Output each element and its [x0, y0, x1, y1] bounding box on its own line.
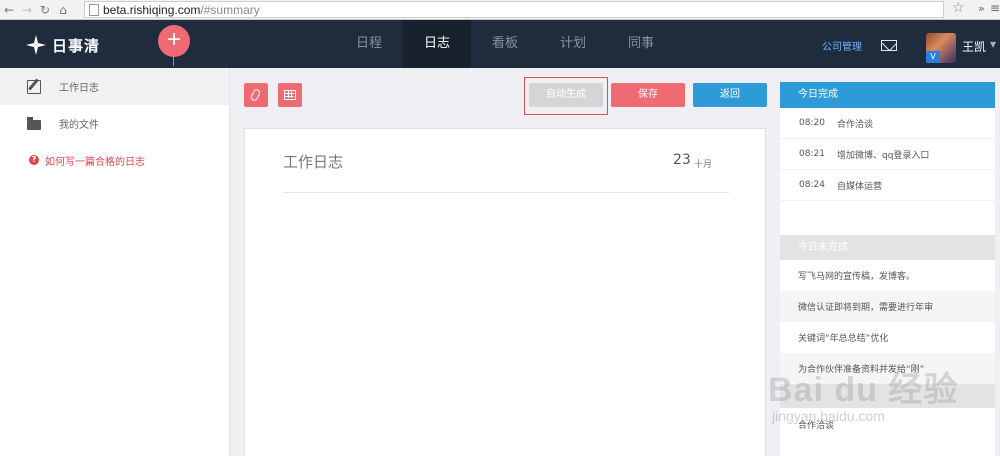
page-icon: [89, 3, 99, 16]
browser-menu-icon[interactable]: ≡: [990, 1, 1000, 15]
home-icon[interactable]: ⌂: [54, 3, 72, 17]
company-management-link[interactable]: 公司管理: [822, 38, 862, 53]
more-bookmarks-icon[interactable]: »: [978, 2, 985, 15]
done-heading: 今日完成: [780, 82, 995, 108]
sidebar: 工作日志 我的文件 ? 如何写一篇合格的日志: [0, 68, 230, 456]
date-day: 23: [673, 152, 691, 168]
sidebar-item-work-log[interactable]: 工作日志: [0, 68, 229, 105]
tab-colleagues[interactable]: 同事: [607, 20, 675, 68]
task-title: 增加微博、qq登录入口: [837, 150, 930, 161]
task-title: 自媒体运营: [837, 181, 883, 192]
main-tabs: 日程 日志 看板 计划 同事: [335, 20, 675, 68]
list-item[interactable]: 微信认证即将到期，需要进行年审: [780, 291, 995, 322]
quick-add-button[interactable]: +: [158, 25, 190, 57]
section-heading: [780, 384, 995, 408]
list-item[interactable]: 关键词“年总总结”优化: [780, 322, 995, 353]
tab-schedule[interactable]: 日程: [335, 20, 403, 68]
insert-table-button[interactable]: [278, 83, 302, 107]
task-title: 合作洽谈: [837, 119, 874, 130]
help-link-label: 如何写一篇合格的日志: [45, 156, 145, 168]
edit-icon: [27, 79, 41, 94]
reload-icon[interactable]: ↻: [36, 3, 54, 17]
back-button[interactable]: 返回: [693, 83, 767, 107]
task-time: 08:24: [799, 180, 825, 190]
divider: [283, 192, 729, 193]
sidebar-item-label: 工作日志: [59, 83, 99, 94]
help-link[interactable]: ? 如何写一篇合格的日志: [0, 142, 229, 178]
auto-generate-button[interactable]: 自动生成: [529, 83, 603, 107]
table-icon: [284, 90, 296, 100]
paperclip-icon: [249, 88, 262, 102]
chevron-down-icon[interactable]: ▼: [990, 40, 996, 49]
tab-log[interactable]: 日志: [403, 20, 471, 68]
task-time: 08:20: [799, 118, 825, 128]
mail-icon[interactable]: [881, 40, 897, 51]
back-arrow-icon[interactable]: ←: [0, 3, 18, 17]
list-item[interactable]: 合作洽谈: [780, 408, 995, 440]
sidebar-item-label: 我的文件: [59, 120, 99, 131]
bookmark-star-icon[interactable]: ☆: [952, 0, 965, 16]
task-summary-panel: 今日完成 08:20 合作洽谈 08:21 增加微博、qq登录入口 08:24 …: [780, 82, 995, 456]
tab-board[interactable]: 看板: [471, 20, 539, 68]
forward-arrow-icon[interactable]: →: [18, 3, 36, 17]
balloon-string: [173, 56, 174, 66]
page-title: 工作日志: [283, 153, 344, 171]
logo-mark-icon: [24, 33, 48, 57]
sidebar-item-my-files[interactable]: 我的文件: [0, 105, 229, 142]
date-month: 十月: [694, 160, 713, 170]
url-path: /#summary: [200, 2, 260, 17]
pending-heading: 今日未完成: [780, 235, 995, 260]
list-item[interactable]: 08:24 自媒体运营: [780, 170, 995, 201]
list-item[interactable]: 写飞马网的宣传稿，发博客。: [780, 260, 995, 291]
attach-button[interactable]: [244, 83, 268, 107]
verified-badge: V: [926, 51, 940, 63]
username[interactable]: 王凯: [962, 38, 986, 55]
task-time: 08:21: [799, 149, 825, 159]
list-item[interactable]: 为合作伙伴准备资料并发给“刚”: [780, 353, 995, 384]
list-item[interactable]: 08:21 增加微博、qq登录入口: [780, 139, 995, 170]
address-bar[interactable]: beta.rishiqing.com/#summary: [84, 1, 944, 18]
list-item[interactable]: 08:20 合作洽谈: [780, 108, 995, 139]
log-editor-card[interactable]: 工作日志 23 十月: [244, 128, 766, 456]
question-icon: ?: [29, 155, 39, 165]
logo-text: 日事清: [52, 36, 101, 55]
url-host: beta.rishiqing.com: [103, 2, 201, 17]
save-button[interactable]: 保存: [611, 83, 685, 107]
folder-icon: [27, 116, 41, 130]
tab-plan[interactable]: 计划: [539, 20, 607, 68]
app-logo[interactable]: 日事清: [24, 33, 100, 57]
top-navigation: 日事清 + 日程 日志 看板 计划 同事 公司管理 V 王凯 ▼: [0, 20, 1000, 68]
